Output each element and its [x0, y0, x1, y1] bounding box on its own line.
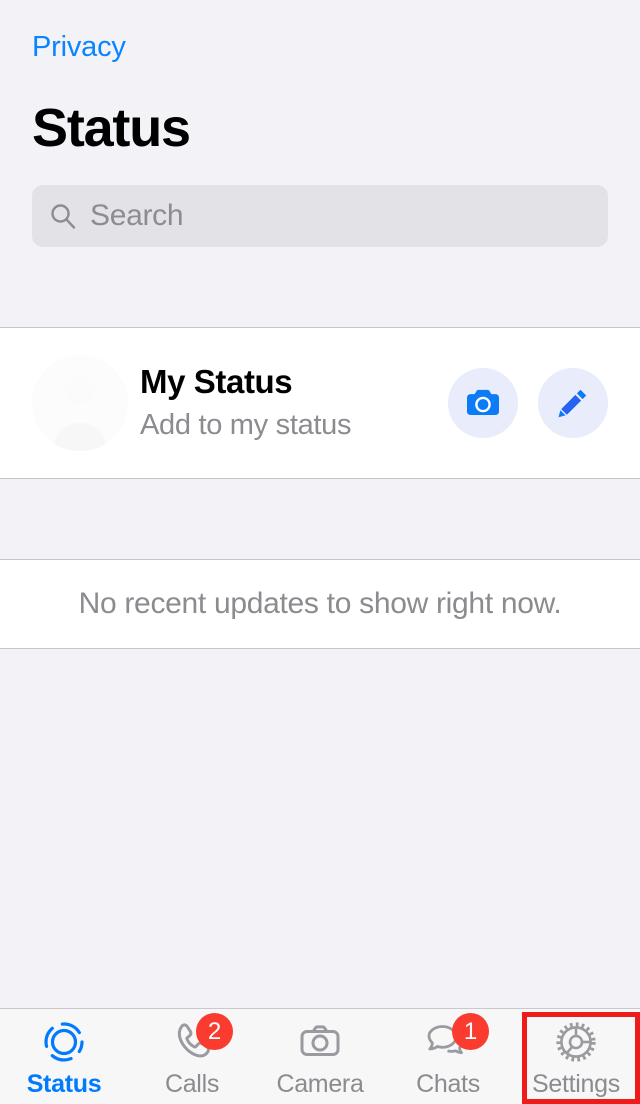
- my-status-actions: [448, 367, 608, 438]
- recent-updates-card: No recent updates to show right now.: [0, 558, 640, 649]
- recent-updates-empty: No recent updates to show right now.: [0, 560, 640, 648]
- camera-outline-icon: [291, 1017, 349, 1067]
- my-status-row[interactable]: My Status Add to my status: [0, 328, 640, 478]
- my-status-subtitle: Add to my status: [140, 409, 352, 442]
- tab-calls[interactable]: 2 Calls: [128, 1009, 256, 1104]
- tab-settings[interactable]: Settings: [512, 1009, 640, 1104]
- my-status-card: My Status Add to my status: [0, 326, 640, 479]
- my-status-title: My Status: [140, 363, 293, 401]
- tab-label-settings: Settings: [532, 1070, 620, 1098]
- tab-chats[interactable]: 1 Chats: [384, 1009, 512, 1104]
- search-icon: [48, 201, 78, 231]
- edit-status-button[interactable]: [538, 367, 608, 438]
- pencil-icon: [553, 383, 593, 423]
- my-status-text: My Status Add to my status: [140, 362, 448, 442]
- tab-status[interactable]: Status: [0, 1009, 128, 1104]
- search-field[interactable]: Search: [32, 184, 608, 247]
- camera-icon: [463, 383, 503, 423]
- status-rings-icon: [35, 1017, 93, 1067]
- tab-bar: Status 2 Calls Camera 1 Chats Settings: [0, 1008, 640, 1104]
- tab-label-chats: Chats: [416, 1070, 480, 1098]
- tab-label-camera: Camera: [276, 1070, 364, 1098]
- back-link-privacy[interactable]: Privacy: [32, 0, 126, 62]
- tab-label-calls: Calls: [164, 1070, 220, 1098]
- avatar[interactable]: [32, 354, 128, 451]
- page-title: Status: [32, 98, 191, 158]
- chat-bubbles-icon: 1: [419, 1013, 489, 1067]
- camera-button[interactable]: [448, 367, 518, 438]
- gear-icon: [547, 1017, 605, 1067]
- search-bar: Search: [32, 184, 608, 247]
- tab-label-status: Status: [26, 1070, 102, 1098]
- empty-state-text: No recent updates to show right now.: [78, 586, 562, 620]
- header-spacer: [0, 247, 640, 327]
- badge-chats: 1: [452, 1013, 489, 1050]
- nav-header: Privacy Status: [0, 0, 640, 157]
- search-input[interactable]: Search: [90, 199, 184, 233]
- badge-calls: 2: [196, 1013, 233, 1050]
- tab-camera[interactable]: Camera: [256, 1009, 384, 1104]
- phone-icon: 2: [163, 1013, 233, 1067]
